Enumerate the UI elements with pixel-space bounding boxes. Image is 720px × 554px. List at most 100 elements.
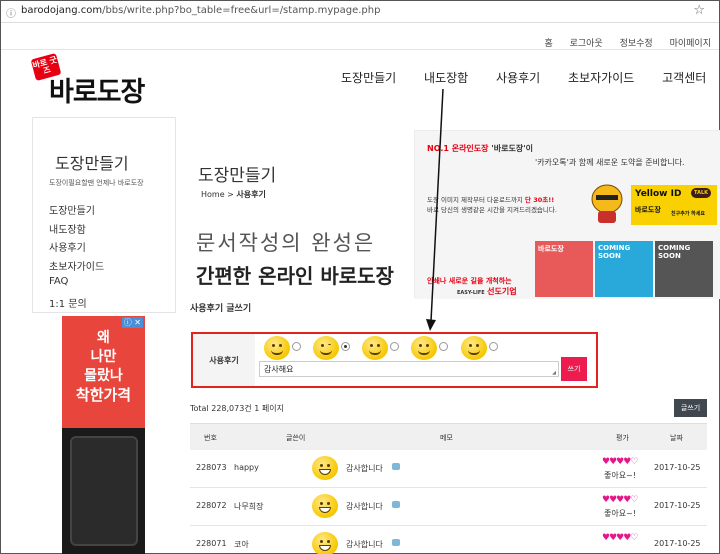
tile-coming-soon-2: COMING SOON: [655, 241, 713, 297]
ad-line: 왜: [97, 330, 110, 346]
url-host: barodojang.com: [21, 5, 103, 16]
banner-tagline-brand: 선도기업: [487, 287, 517, 296]
site-logo[interactable]: 바로 굿즈 바로도장: [30, 53, 163, 108]
ad-line: 몰랐나: [84, 368, 123, 384]
yellow-id-cta: 친구추가 하세요: [671, 211, 705, 217]
memo-input[interactable]: 감사해요: [259, 361, 559, 377]
table-row: 228072 나무희장 감사합니다 ♥♥♥♥♡ 좋아요~! 2017-10-25: [190, 489, 707, 526]
top-link-home[interactable]: 홈: [544, 39, 552, 49]
smile-emoticon-icon: [312, 532, 338, 554]
row-memo: 감사합니다: [346, 464, 383, 473]
banner-line-3-red: 단 30초!!: [524, 196, 555, 204]
ad-product-image: [70, 436, 138, 546]
breadcrumb: Home > 사용후기: [201, 189, 266, 200]
url-text[interactable]: barodojang.com/bbs/write.php?bo_table=fr…: [21, 5, 380, 16]
bookmark-star-icon[interactable]: ☆: [693, 3, 705, 18]
row-date: 2017-10-25: [654, 463, 701, 472]
sidebar-item-faq[interactable]: FAQ: [49, 276, 104, 295]
form-label: 사용후기: [193, 334, 255, 386]
sidebar-subtitle: 도장이필요할땐 언제나 바로도장: [49, 179, 144, 187]
kakao-character-icon: [591, 184, 623, 223]
sidebar-title: 도장만들기: [55, 154, 129, 173]
banner-headline-red: NO.1 온라인도장: [427, 144, 489, 153]
emoticon-tongue-icon[interactable]: [461, 336, 487, 360]
nav-reviews[interactable]: 사용후기: [496, 69, 540, 86]
page-title: 도장만들기: [198, 166, 277, 186]
ad-text: 왜 나만 몰랐나 착한가격: [62, 329, 145, 405]
comment-icon[interactable]: [392, 501, 400, 508]
wink-emoticon-icon: [312, 494, 338, 518]
col-memo: 메모: [440, 434, 453, 442]
sidebar: 도장만들기 도장이필요할땐 언제나 바로도장 도장만들기 내도장함 사용후기 초…: [32, 117, 176, 313]
row-memo: 감사합니다: [346, 502, 383, 511]
tile-coming-soon-1: COMING SOON: [595, 241, 653, 297]
top-link-edit-info[interactable]: 정보수정: [620, 39, 653, 49]
row-date: 2017-10-25: [654, 501, 701, 510]
sidebar-item-inquiry[interactable]: 1:1 문의: [49, 295, 104, 314]
review-write-form: 사용후기 감사해요 쓰기: [191, 332, 598, 388]
nav-customer-center[interactable]: 고객센터: [662, 69, 706, 86]
tile-coming-soon-2-label: COMING SOON: [658, 244, 691, 260]
banner-line-3: 도장 이미지 제작부터 다운로드까지 단 30초!! 바로 당신의 생명같은 시…: [427, 195, 557, 215]
banner-line-3a: 도장 이미지 제작부터 다운로드까지: [427, 196, 525, 204]
url-path: /bbs/write.php?bo_table=free&url=/stamp.…: [102, 5, 381, 16]
emoticon-radio-5[interactable]: [489, 342, 498, 351]
top-link-logout[interactable]: 로그아웃: [570, 39, 603, 49]
col-author: 글쓴이: [286, 434, 306, 442]
table-row: 228073 happy 감사합니다 ♥♥♥♥♡ 좋아요~! 2017-10-2…: [190, 451, 707, 488]
rating-label: 좋아요~!: [604, 509, 636, 518]
sidebar-menu: 도장만들기 내도장함 사용후기 초보자가이드 FAQ 1:1 문의: [49, 202, 104, 313]
comment-icon[interactable]: [392, 463, 400, 470]
emoticon-smile-icon[interactable]: [264, 336, 290, 360]
top-divider: [1, 49, 719, 50]
banner-headline: NO.1 온라인도장 '바로도장'이: [427, 143, 533, 154]
tile-coming-soon-1-label: COMING SOON: [598, 244, 631, 260]
emoticon-radio-3[interactable]: [390, 342, 399, 351]
sidebar-item-my-stamps[interactable]: 내도장함: [49, 221, 104, 240]
banner-line-2: '카카오톡'과 함께 새로운 도약을 준비합니다.: [535, 158, 685, 167]
ad-close-icon[interactable]: ⓘ ✕: [121, 317, 143, 328]
total-count: Total 228,073건 1 페이지: [190, 404, 284, 413]
emoticon-wink-icon[interactable]: [313, 336, 339, 360]
info-icon[interactable]: ⓘ: [6, 5, 16, 20]
laugh-emoticon-icon: [312, 456, 338, 480]
nav-beginner-guide[interactable]: 초보자가이드: [568, 69, 634, 86]
tile-barodojang-label: 바로도장: [538, 245, 564, 253]
hero-line-2: 간편한 온라인 바로도장: [196, 264, 394, 288]
ad-line: 나만: [90, 349, 117, 365]
emoticon-radio-1[interactable]: [292, 342, 301, 351]
banner-line-3b: 바로 당신의 생명같은 시간을 지켜드리겠습니다.: [427, 206, 557, 214]
col-date: 날짜: [670, 434, 683, 442]
banner-tagline-text: 인쇄나 새로운 길을 개척하는: [427, 277, 512, 285]
submit-button[interactable]: 쓰기: [561, 357, 587, 381]
sidebar-item-reviews[interactable]: 사용후기: [49, 239, 104, 258]
sidebar-item-guide[interactable]: 초보자가이드: [49, 258, 104, 277]
logo-text: 바로도장: [49, 77, 145, 108]
table-header: 번호 글쓴이 메모 평가 날짜: [190, 423, 707, 450]
emoticon-grin-icon[interactable]: [362, 336, 388, 360]
browser-url-bar[interactable]: ⓘ barodojang.com/bbs/write.php?bo_table=…: [1, 1, 719, 23]
yellow-id-box[interactable]: Yellow ID 바로도장 친구추가 하세요 TALK: [631, 185, 717, 225]
row-no: 228071: [196, 539, 227, 548]
side-ad[interactable]: ⓘ ✕ 왜 나만 몰랐나 착한가격: [62, 316, 145, 554]
breadcrumb-home[interactable]: Home: [201, 190, 225, 199]
rating-hearts: ♥♥♥♥♡: [602, 495, 638, 505]
top-link-mypage[interactable]: 마이페이지: [670, 39, 711, 49]
nav-my-stamps[interactable]: 내도장함: [424, 69, 468, 86]
kakao-banner[interactable]: NO.1 온라인도장 '바로도장'이 '카카오톡'과 함께 새로운 도약을 준비…: [414, 130, 720, 299]
table-row: 228071 코아 감사합니다 ♥♥♥♥♡ 2017-10-25: [190, 527, 707, 554]
nav-make-stamp[interactable]: 도장만들기: [341, 69, 396, 86]
sidebar-item-make-stamp[interactable]: 도장만들기: [49, 202, 104, 221]
section-title: 사용후기 글쓰기: [190, 304, 252, 314]
banner-tagline-small: EASY-LIFE: [457, 290, 485, 296]
row-author: 나무희장: [234, 502, 264, 511]
row-no: 228072: [196, 501, 227, 510]
ad-line: 착한가격: [75, 386, 132, 404]
row-author: happy: [234, 463, 259, 472]
write-button[interactable]: 글쓰기: [674, 399, 707, 417]
emoticon-radio-4[interactable]: [439, 342, 448, 351]
breadcrumb-current: 사용후기: [236, 190, 266, 199]
comment-icon[interactable]: [392, 539, 400, 546]
emoticon-radio-2[interactable]: [341, 342, 350, 351]
emoticon-laugh-icon[interactable]: [411, 336, 437, 360]
